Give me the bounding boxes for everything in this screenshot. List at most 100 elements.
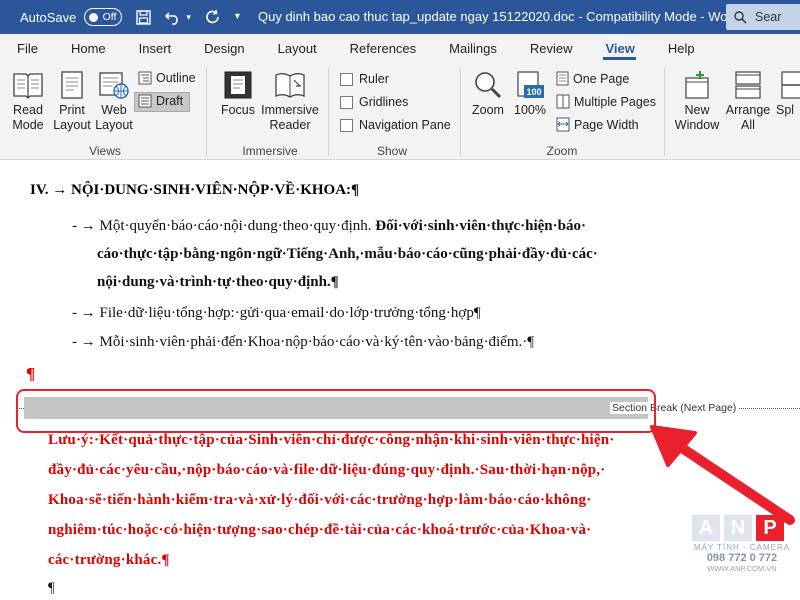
logo-url: WWW.ANP.COM.VN <box>707 564 777 573</box>
immersive-reader-label-1: Immersive <box>261 103 319 117</box>
ruler-checkbox[interactable]: Ruler <box>340 72 389 86</box>
tab-view[interactable]: View <box>588 34 650 62</box>
gridlines-checkbox[interactable]: Gridlines <box>340 95 408 109</box>
note-line-5: các·trường·khác.¶ <box>48 552 170 568</box>
new-window-label-1: New <box>684 103 710 117</box>
outline-button[interactable]: Outline <box>138 71 196 85</box>
draft-label: Draft <box>156 94 184 108</box>
page-width-icon <box>556 117 570 132</box>
print-layout-icon <box>61 71 83 99</box>
tab-layout[interactable]: Layout <box>261 34 333 62</box>
separator <box>460 68 461 156</box>
draft-icon <box>138 94 152 108</box>
zoom-100-button[interactable]: 100 100% <box>512 70 548 118</box>
navigation-pane-checkbox[interactable]: Navigation Pane <box>340 118 451 132</box>
title-bar: AutoSave Off ▾ ▾ Quy dinh bao cao thuc t… <box>0 0 800 34</box>
multiple-pages-label: Multiple Pages <box>574 94 656 109</box>
list-item: - → Một·quyển·báo·cáo·nội·dung·theo·quy·… <box>72 218 586 235</box>
print-layout-button[interactable]: Print Layout <box>52 70 92 133</box>
immersive-reader-label-2: Reader <box>269 118 311 132</box>
autosave-label: AutoSave <box>20 9 77 25</box>
gridlines-label: Gridlines <box>359 95 409 109</box>
tab-file[interactable]: File <box>0 34 54 62</box>
undo-dropdown-icon[interactable]: ▾ <box>186 12 191 22</box>
web-layout-label-2: Layout <box>95 118 133 132</box>
bullet1-bold-text: Đối·với·sinh·viên·thực·hiện·báo· <box>375 218 586 234</box>
note-line-1: Lưu·ý:·Kết·quả·thực·tập·của·Sinh·viên·ch… <box>48 432 615 448</box>
tab-review[interactable]: Review <box>513 34 589 62</box>
new-window-label-2: Window <box>674 118 720 132</box>
focus-icon <box>224 71 252 99</box>
split-button[interactable]: Spl <box>776 70 800 118</box>
tab-insert[interactable]: Insert <box>122 34 188 62</box>
split-label: Spl <box>776 103 795 117</box>
search-box[interactable]: Sear <box>726 4 800 30</box>
multiple-pages-icon <box>556 94 570 109</box>
tab-design[interactable]: Design <box>187 34 260 62</box>
paragraph-mark: ¶ <box>26 364 36 383</box>
paragraph-mark: ¶ <box>48 580 55 596</box>
focus-label: Focus <box>220 103 256 117</box>
zoom-label: Zoom <box>472 103 504 117</box>
note-line-2: đầy·đủ·các·yêu·cầu,·nộp·báo·cáo·và·file·… <box>48 462 606 478</box>
split-icon <box>781 71 800 99</box>
logo-subtitle: MÁY TÍNH - CAMERA <box>693 543 791 552</box>
logo-letter: P <box>756 515 784 541</box>
arrange-all-label-1: Arrange <box>725 103 771 117</box>
separator <box>664 68 665 156</box>
document-area[interactable]: IV. → NỘI·DUNG·SINH·VIÊN·NỘP·VỀ·KHOA:¶ -… <box>0 160 800 600</box>
customize-toolbar-icon[interactable]: ▾ <box>235 12 240 22</box>
page-width-button[interactable]: Page Width <box>556 117 639 132</box>
arrange-all-label-2: All <box>741 118 755 132</box>
read-mode-label-1: Read <box>13 103 43 117</box>
page-width-label: Page Width <box>574 117 639 132</box>
redo-icon[interactable] <box>205 9 221 25</box>
ribbon-tabs: File Home Insert Design Layout Reference… <box>0 34 800 62</box>
read-mode-button[interactable]: Read Mode <box>8 70 48 133</box>
bullet1-line-3: nội·dung·và·trình·tự·theo·quy·định.¶ <box>97 274 339 290</box>
web-layout-button[interactable]: Web Layout <box>94 70 134 133</box>
ribbon-view: Read Mode Print Layout Web Layout Outlin… <box>0 62 800 160</box>
web-layout-icon <box>99 72 129 99</box>
autosave[interactable]: AutoSave Off <box>20 8 123 26</box>
note-line-4: nghiêm·túc·hoặc·có·hiện·tượng·sao·chép·đ… <box>48 522 592 538</box>
highlight-box <box>16 389 656 433</box>
arrange-all-button[interactable]: Arrange All <box>724 70 772 133</box>
focus-button[interactable]: Focus <box>218 70 258 118</box>
bullet1-line-2: cáo·thực·tập·bằng·ngôn·ngữ·Tiếng·Anh,·mẫ… <box>97 246 598 262</box>
show-group-label: Show <box>376 144 408 158</box>
multiple-pages-button[interactable]: Multiple Pages <box>556 94 656 109</box>
zoom-button[interactable]: Zoom <box>468 70 508 118</box>
tab-help[interactable]: Help <box>651 34 711 62</box>
logo-phone: 098 772 0 772 <box>706 552 778 564</box>
tab-references[interactable]: References <box>333 34 432 62</box>
immersive-group-label: Immersive <box>242 144 298 158</box>
ruler-label: Ruler <box>359 72 389 86</box>
separator <box>206 68 207 156</box>
draft-button[interactable]: Draft <box>138 94 183 108</box>
svg-text:100: 100 <box>526 87 541 97</box>
separator <box>328 68 329 156</box>
one-page-button[interactable]: One Page <box>556 71 629 86</box>
zoom-group-label: Zoom <box>546 144 578 158</box>
new-window-button[interactable]: New Window <box>672 70 722 133</box>
one-page-icon <box>556 71 569 86</box>
zoom-100-label: 100% <box>514 103 546 117</box>
autosave-toggle[interactable]: Off <box>84 8 123 26</box>
immersive-reader-button[interactable]: Immersive Reader <box>260 70 320 133</box>
read-mode-label-2: Mode <box>12 118 44 132</box>
list-item: - → File·dữ·liệu·tổng·hợp:·gửi·qua·email… <box>72 305 481 321</box>
views-group-label: Views <box>89 144 121 158</box>
tab-home[interactable]: Home <box>54 34 122 62</box>
immersive-reader-icon <box>275 73 305 98</box>
logo-letter: N <box>724 515 752 541</box>
print-layout-label-1: Print <box>59 103 85 117</box>
autosave-state: Off <box>102 11 117 23</box>
undo-icon[interactable] <box>165 10 183 25</box>
read-mode-icon <box>13 73 43 99</box>
outline-icon <box>138 71 152 85</box>
bullet1-text: - → Một·quyển·báo·cáo·nội·dung·theo·quy·… <box>72 218 376 234</box>
tab-mailings[interactable]: Mailings <box>432 34 513 62</box>
one-page-label: One Page <box>573 71 630 86</box>
save-icon[interactable] <box>136 9 152 25</box>
